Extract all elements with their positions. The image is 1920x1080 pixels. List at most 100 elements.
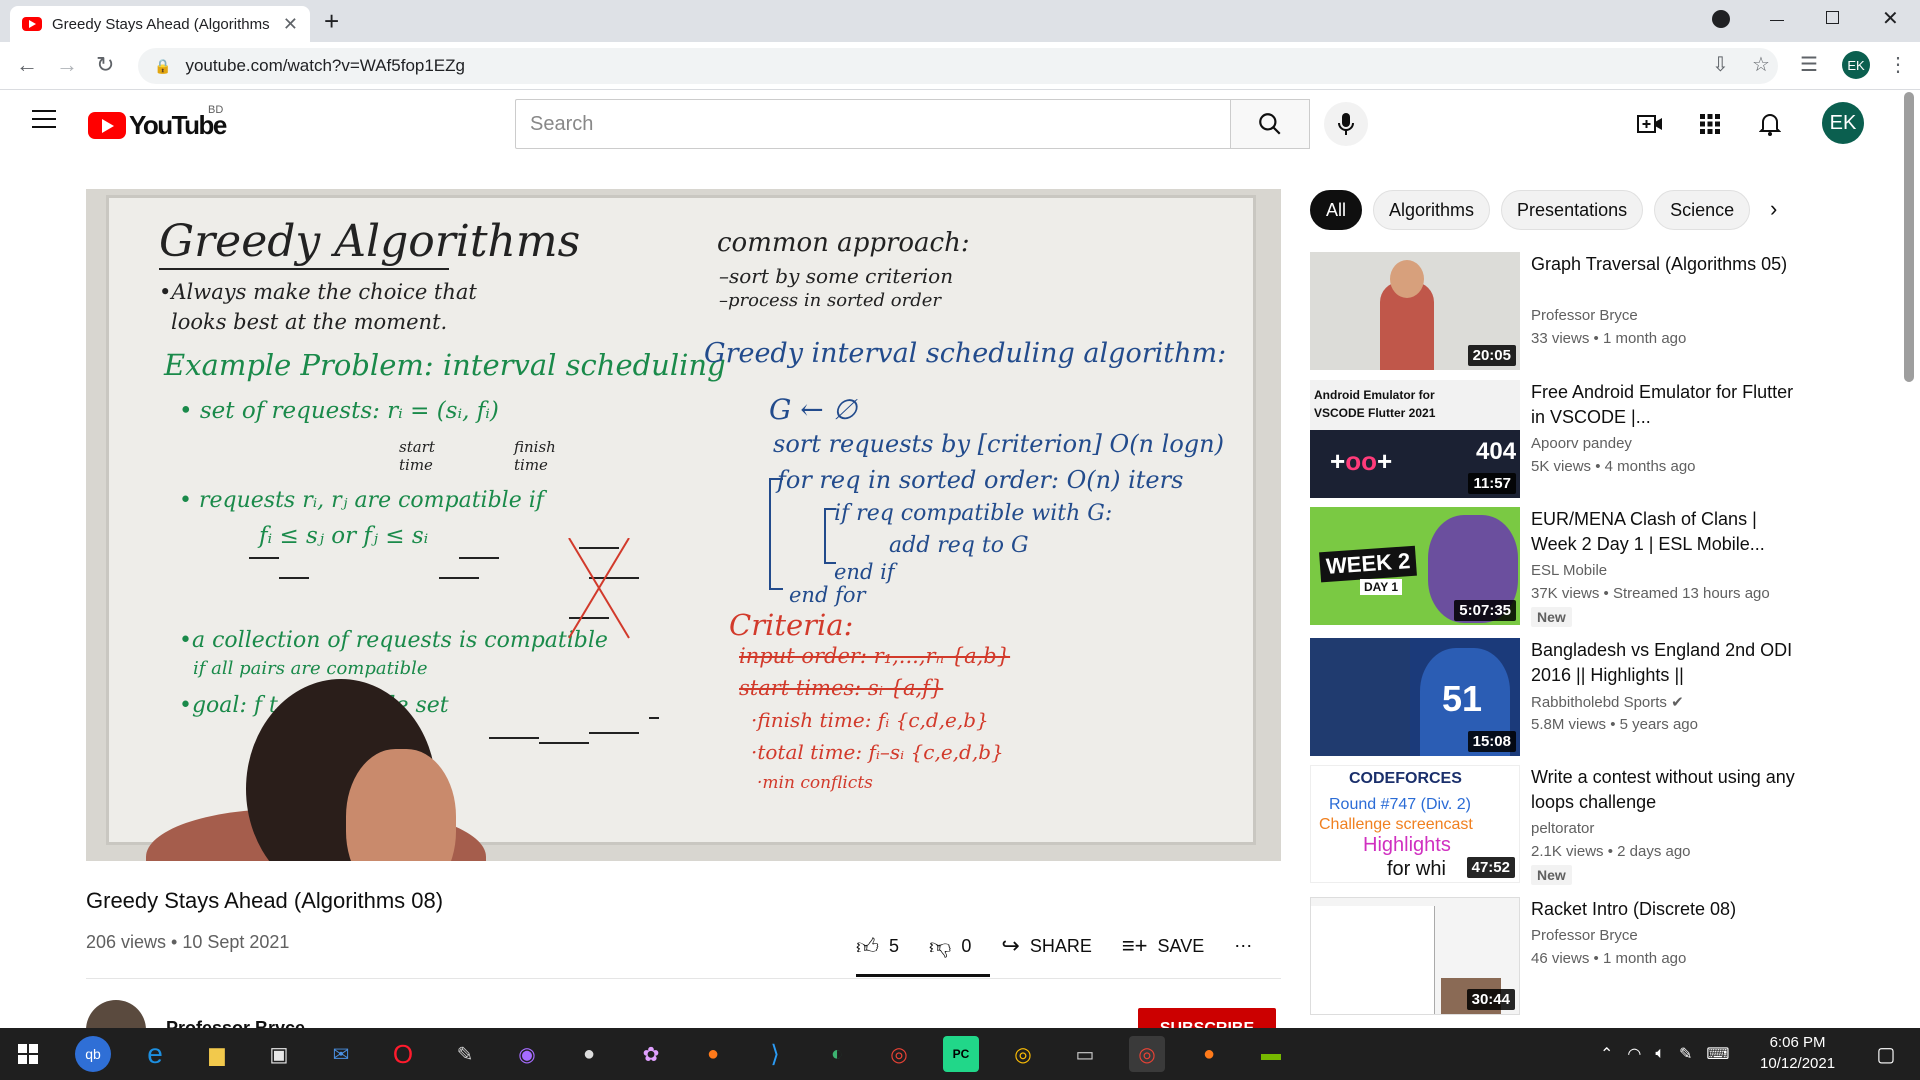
video-meta: 206 views • 10 Sept 2021 <box>86 932 290 952</box>
duration: 5:07:35 <box>1454 600 1516 621</box>
related-title: EUR/MENA Clash of Clans | Week 2 Day 1 |… <box>1531 509 1765 554</box>
reload-icon[interactable]: ↻ <box>96 52 114 78</box>
share-label: SHARE <box>1029 935 1092 956</box>
url-text: youtube.com/watch?v=WAf5fop1EZg <box>185 56 465 75</box>
account-avatar[interactable]: EK <box>1822 102 1864 144</box>
chip-science[interactable]: Science <box>1654 190 1751 230</box>
related-meta: 37K views • Streamed 13 hours ago <box>1531 585 1770 602</box>
hamburger-menu-icon[interactable] <box>32 110 56 128</box>
related-video[interactable]: 51 15:08 Bangladesh vs England 2nd ODI 2… <box>1310 638 1810 756</box>
wb-c2: start times: sᵢ {a,f} <box>739 676 944 700</box>
chip-presentations[interactable]: Presentations <box>1501 190 1644 230</box>
pen-icon[interactable]: ✎ <box>1679 1044 1692 1064</box>
related-video[interactable]: WEEK 2 DAY 1 5:07:35 EUR/MENA Clash of C… <box>1310 507 1810 627</box>
tab-close-icon[interactable]: ✕ <box>283 14 298 35</box>
page-scrollbar[interactable] <box>1904 92 1914 382</box>
wb-set-requests: • set of requests: rᵢ = (sᵢ, fᵢ) <box>179 398 499 424</box>
app-icon[interactable]: ✎ <box>447 1036 483 1072</box>
new-tab-button[interactable]: + <box>324 6 339 37</box>
save-label: SAVE <box>1157 935 1205 956</box>
messenger-icon[interactable]: ◉ <box>509 1036 545 1072</box>
related-video[interactable]: Android Emulator for VSCODE Flutter 2021… <box>1310 380 1810 498</box>
opera-icon[interactable]: O <box>385 1036 421 1072</box>
wb-c4: ·total time: fᵢ–sᵢ {c,e,d,b} <box>751 740 1004 764</box>
vscode-icon[interactable]: ⟩ <box>757 1036 793 1072</box>
wifi-icon[interactable]: ◠ <box>1627 1044 1641 1064</box>
clock-time: 6:06 PM <box>1769 1034 1826 1051</box>
qbittorrent-icon[interactable]: qb <box>75 1036 111 1072</box>
tray-chevron-icon[interactable]: ⌃ <box>1600 1044 1613 1064</box>
apps-grid-icon[interactable] <box>1696 110 1724 138</box>
youtube-logo[interactable]: YouTube BD <box>88 104 227 141</box>
back-icon[interactable]: ← <box>16 52 38 78</box>
chip-all[interactable]: All <box>1310 190 1363 230</box>
thumbnail[interactable]: 30:44 <box>1310 897 1520 1015</box>
nvidia-icon[interactable]: ▬ <box>1253 1036 1289 1072</box>
edge-dev-icon[interactable]: ◐ <box>819 1036 855 1072</box>
file-explorer-icon[interactable]: ▆ <box>199 1036 235 1072</box>
restore-icon[interactable] <box>1826 11 1839 24</box>
related-meta: 5K views • 4 months ago <box>1531 458 1696 475</box>
chrome-icon[interactable]: ◎ <box>881 1036 917 1072</box>
dislike-button[interactable]: 👎︎ 0 <box>929 933 971 960</box>
volume-icon[interactable]: 🔈︎ <box>1655 1045 1665 1063</box>
taskbar-clock[interactable]: 6:06 PM 10/12/2021 <box>1760 1032 1835 1074</box>
related-meta: 5.8M views • 5 years ago <box>1531 716 1698 733</box>
wb-a4: if req compatible with G: <box>834 501 1113 526</box>
chip-algorithms[interactable]: Algorithms <box>1373 190 1491 230</box>
thumbnail[interactable]: Android Emulator for VSCODE Flutter 2021… <box>1310 380 1520 498</box>
search-input[interactable]: Search <box>515 99 1231 149</box>
windows-start-icon[interactable] <box>10 1036 46 1072</box>
close-window-icon[interactable]: ✕ <box>1882 6 1899 31</box>
like-button[interactable]: 👍︎ 5 <box>856 933 899 960</box>
share-button[interactable]: ↪ SHARE <box>1001 933 1091 959</box>
mail-icon[interactable]: ✉ <box>323 1036 359 1072</box>
wb-a3: for req in sorted order: O(n) iters <box>777 466 1184 494</box>
bookmark-star-icon[interactable]: ☆ <box>1752 52 1770 77</box>
browser-profile-avatar[interactable]: EK <box>1842 51 1870 79</box>
paint-icon[interactable]: ✿ <box>633 1036 669 1072</box>
store-icon[interactable]: ▣ <box>261 1036 297 1072</box>
related-video[interactable]: 20:05 Graph Traversal (Algorithms 05) Pr… <box>1310 252 1810 370</box>
chrome-icon[interactable]: ◎ <box>1005 1036 1041 1072</box>
github-icon[interactable]: ● <box>571 1036 607 1072</box>
more-actions-button[interactable]: ⋯ <box>1234 936 1252 957</box>
chevron-right-icon[interactable]: › <box>1770 196 1777 222</box>
video-player[interactable]: Greedy Algorithms •Always make the choic… <box>86 189 1281 861</box>
thumbnail[interactable]: 51 15:08 <box>1310 638 1520 756</box>
notifications-bell-icon[interactable] <box>1756 110 1784 138</box>
windows-taskbar: qb e ▆ ▣ ✉ O ✎ ◉ ● ✿ ● ⟩ ◐ ◎ PC ◎ ▭ ◎ ● … <box>0 1028 1920 1080</box>
voice-search-button[interactable] <box>1324 102 1368 146</box>
install-app-icon[interactable]: ⇩ <box>1712 52 1729 77</box>
wb-criteria: Criteria: <box>729 608 854 642</box>
keyboard-icon[interactable]: ⌨ <box>1706 1044 1729 1064</box>
youtube-header: YouTube BD Search EK <box>0 90 1920 158</box>
thumbnail[interactable]: CODEFORCES Round #747 (Div. 2) Challenge… <box>1310 765 1520 883</box>
thumbnail[interactable]: WEEK 2 DAY 1 5:07:35 <box>1310 507 1520 625</box>
firefox-icon[interactable]: ● <box>695 1036 731 1072</box>
edge-icon[interactable]: e <box>137 1036 173 1072</box>
chrome-active-icon[interactable]: ◎ <box>1129 1036 1165 1072</box>
save-button[interactable]: ≡+ SAVE <box>1122 933 1204 959</box>
address-bar[interactable]: 🔒 youtube.com/watch?v=WAf5fop1EZg <box>138 48 1778 84</box>
related-title: Racket Intro (Discrete 08) <box>1531 899 1737 919</box>
postman-icon[interactable]: ● <box>1191 1036 1227 1072</box>
related-video[interactable]: 30:44 Racket Intro (Discrete 08) Profess… <box>1310 897 1810 1015</box>
browser-menu-icon[interactable]: ⋮ <box>1888 52 1908 77</box>
notification-center-icon[interactable]: ▢ <box>1868 1036 1904 1072</box>
reading-list-icon[interactable]: ☰ <box>1800 52 1818 77</box>
tab-search-icon[interactable] <box>1712 10 1730 28</box>
search-button[interactable] <box>1230 99 1310 149</box>
related-video[interactable]: CODEFORCES Round #747 (Div. 2) Challenge… <box>1310 765 1810 885</box>
pycharm-icon[interactable]: PC <box>943 1036 979 1072</box>
thumbnail[interactable]: 20:05 <box>1310 252 1520 370</box>
terminal-icon[interactable]: ▭ <box>1067 1036 1103 1072</box>
forward-icon[interactable]: → <box>56 52 78 78</box>
wb-a6: end if <box>834 560 895 584</box>
browser-tab[interactable]: Greedy Stays Ahead (Algorithms ✕ <box>10 6 310 42</box>
more-icon: ⋯ <box>1234 935 1253 956</box>
minimize-icon[interactable] <box>1770 20 1784 21</box>
create-video-icon[interactable] <box>1636 110 1664 138</box>
playlist-add-icon: ≡+ <box>1121 933 1148 958</box>
wb-line1: •Always make the choice that <box>159 280 477 304</box>
